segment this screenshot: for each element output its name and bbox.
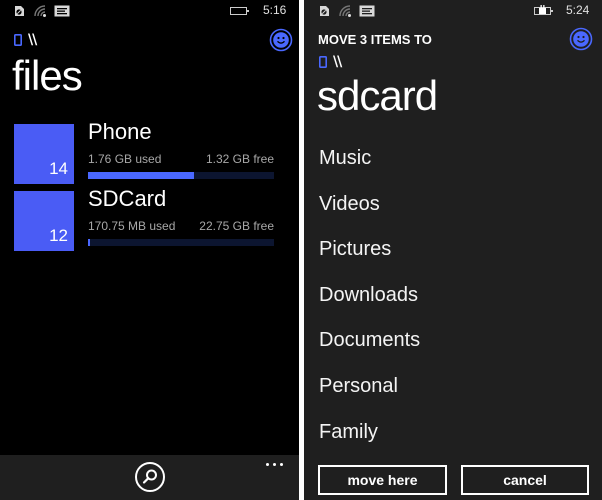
breadcrumb-path: \\: [333, 54, 342, 70]
search-icon: [142, 469, 157, 484]
signal-icon: [34, 5, 46, 17]
battery-icon: [230, 7, 249, 15]
storage-item-sdcard[interactable]: 12 SDCard 170.75 MB used 22.75 GB free: [14, 186, 274, 251]
storage-used: 170.75 MB used: [88, 219, 176, 233]
dialog-title: MOVE 3 ITEMS TO: [318, 32, 432, 47]
storage-free: 22.75 GB free: [199, 219, 274, 233]
move-items-screen: 5:24 MOVE 3 ITEMS TO \\ sdcard Music Vid…: [304, 0, 602, 500]
breadcrumb[interactable]: \\: [319, 54, 342, 70]
page-title: files: [12, 52, 83, 99]
storage-name: SDCard: [88, 186, 167, 211]
storage-usage-fill: [88, 172, 195, 179]
storage-used: 1.76 GB used: [88, 152, 162, 166]
folder-item-family[interactable]: Family: [319, 417, 420, 463]
status-bar: 5:16: [0, 0, 299, 24]
status-time: 5:16: [263, 3, 287, 17]
search-button[interactable]: [135, 462, 165, 492]
folder-item-documents[interactable]: Documents: [319, 325, 420, 371]
ellipsis-icon[interactable]: [266, 459, 288, 469]
folder-item-music[interactable]: Music: [319, 143, 420, 189]
folder-item-videos[interactable]: Videos: [319, 189, 420, 235]
breadcrumb[interactable]: \\: [14, 32, 37, 48]
message-icon: [359, 5, 375, 17]
files-screen: 5:16 \\ files 14 Phone 1.76 GB used 1.32…: [0, 0, 299, 500]
move-here-button[interactable]: move here: [318, 465, 447, 495]
storage-usage-bar: [88, 239, 274, 246]
folder-item-personal[interactable]: Personal: [319, 371, 420, 417]
app-bar: [0, 455, 299, 500]
storage-free: 1.32 GB free: [205, 152, 274, 166]
cancel-button[interactable]: cancel: [461, 465, 589, 495]
phone-icon: [14, 34, 22, 46]
folder-item-pictures[interactable]: Pictures: [319, 234, 420, 280]
storage-usage-fill: [88, 239, 90, 246]
storage-name: Phone: [88, 119, 152, 144]
status-time: 5:24: [566, 3, 590, 17]
page-title: sdcard: [317, 72, 438, 119]
storage-tile: 12: [14, 191, 74, 251]
folder-item-downloads[interactable]: Downloads: [319, 280, 420, 326]
item-count: 14: [49, 159, 68, 178]
smiley-icon[interactable]: [569, 27, 593, 51]
message-icon: [54, 5, 70, 17]
breadcrumb-path: \\: [28, 32, 37, 48]
folder-list: Music Videos Pictures Downloads Document…: [319, 143, 420, 462]
storage-item-phone[interactable]: 14 Phone 1.76 GB used 1.32 GB free: [14, 119, 274, 184]
sim-icon: [15, 6, 24, 16]
smiley-icon[interactable]: [269, 28, 293, 52]
storage-tile: 14: [14, 124, 74, 184]
battery-charging-icon: [534, 5, 553, 15]
storage-usage-bar: [88, 172, 274, 179]
phone-icon: [319, 56, 327, 68]
signal-icon: [339, 5, 351, 17]
status-bar: 5:24: [304, 0, 602, 24]
item-count: 12: [49, 226, 68, 245]
sim-icon: [320, 6, 329, 16]
